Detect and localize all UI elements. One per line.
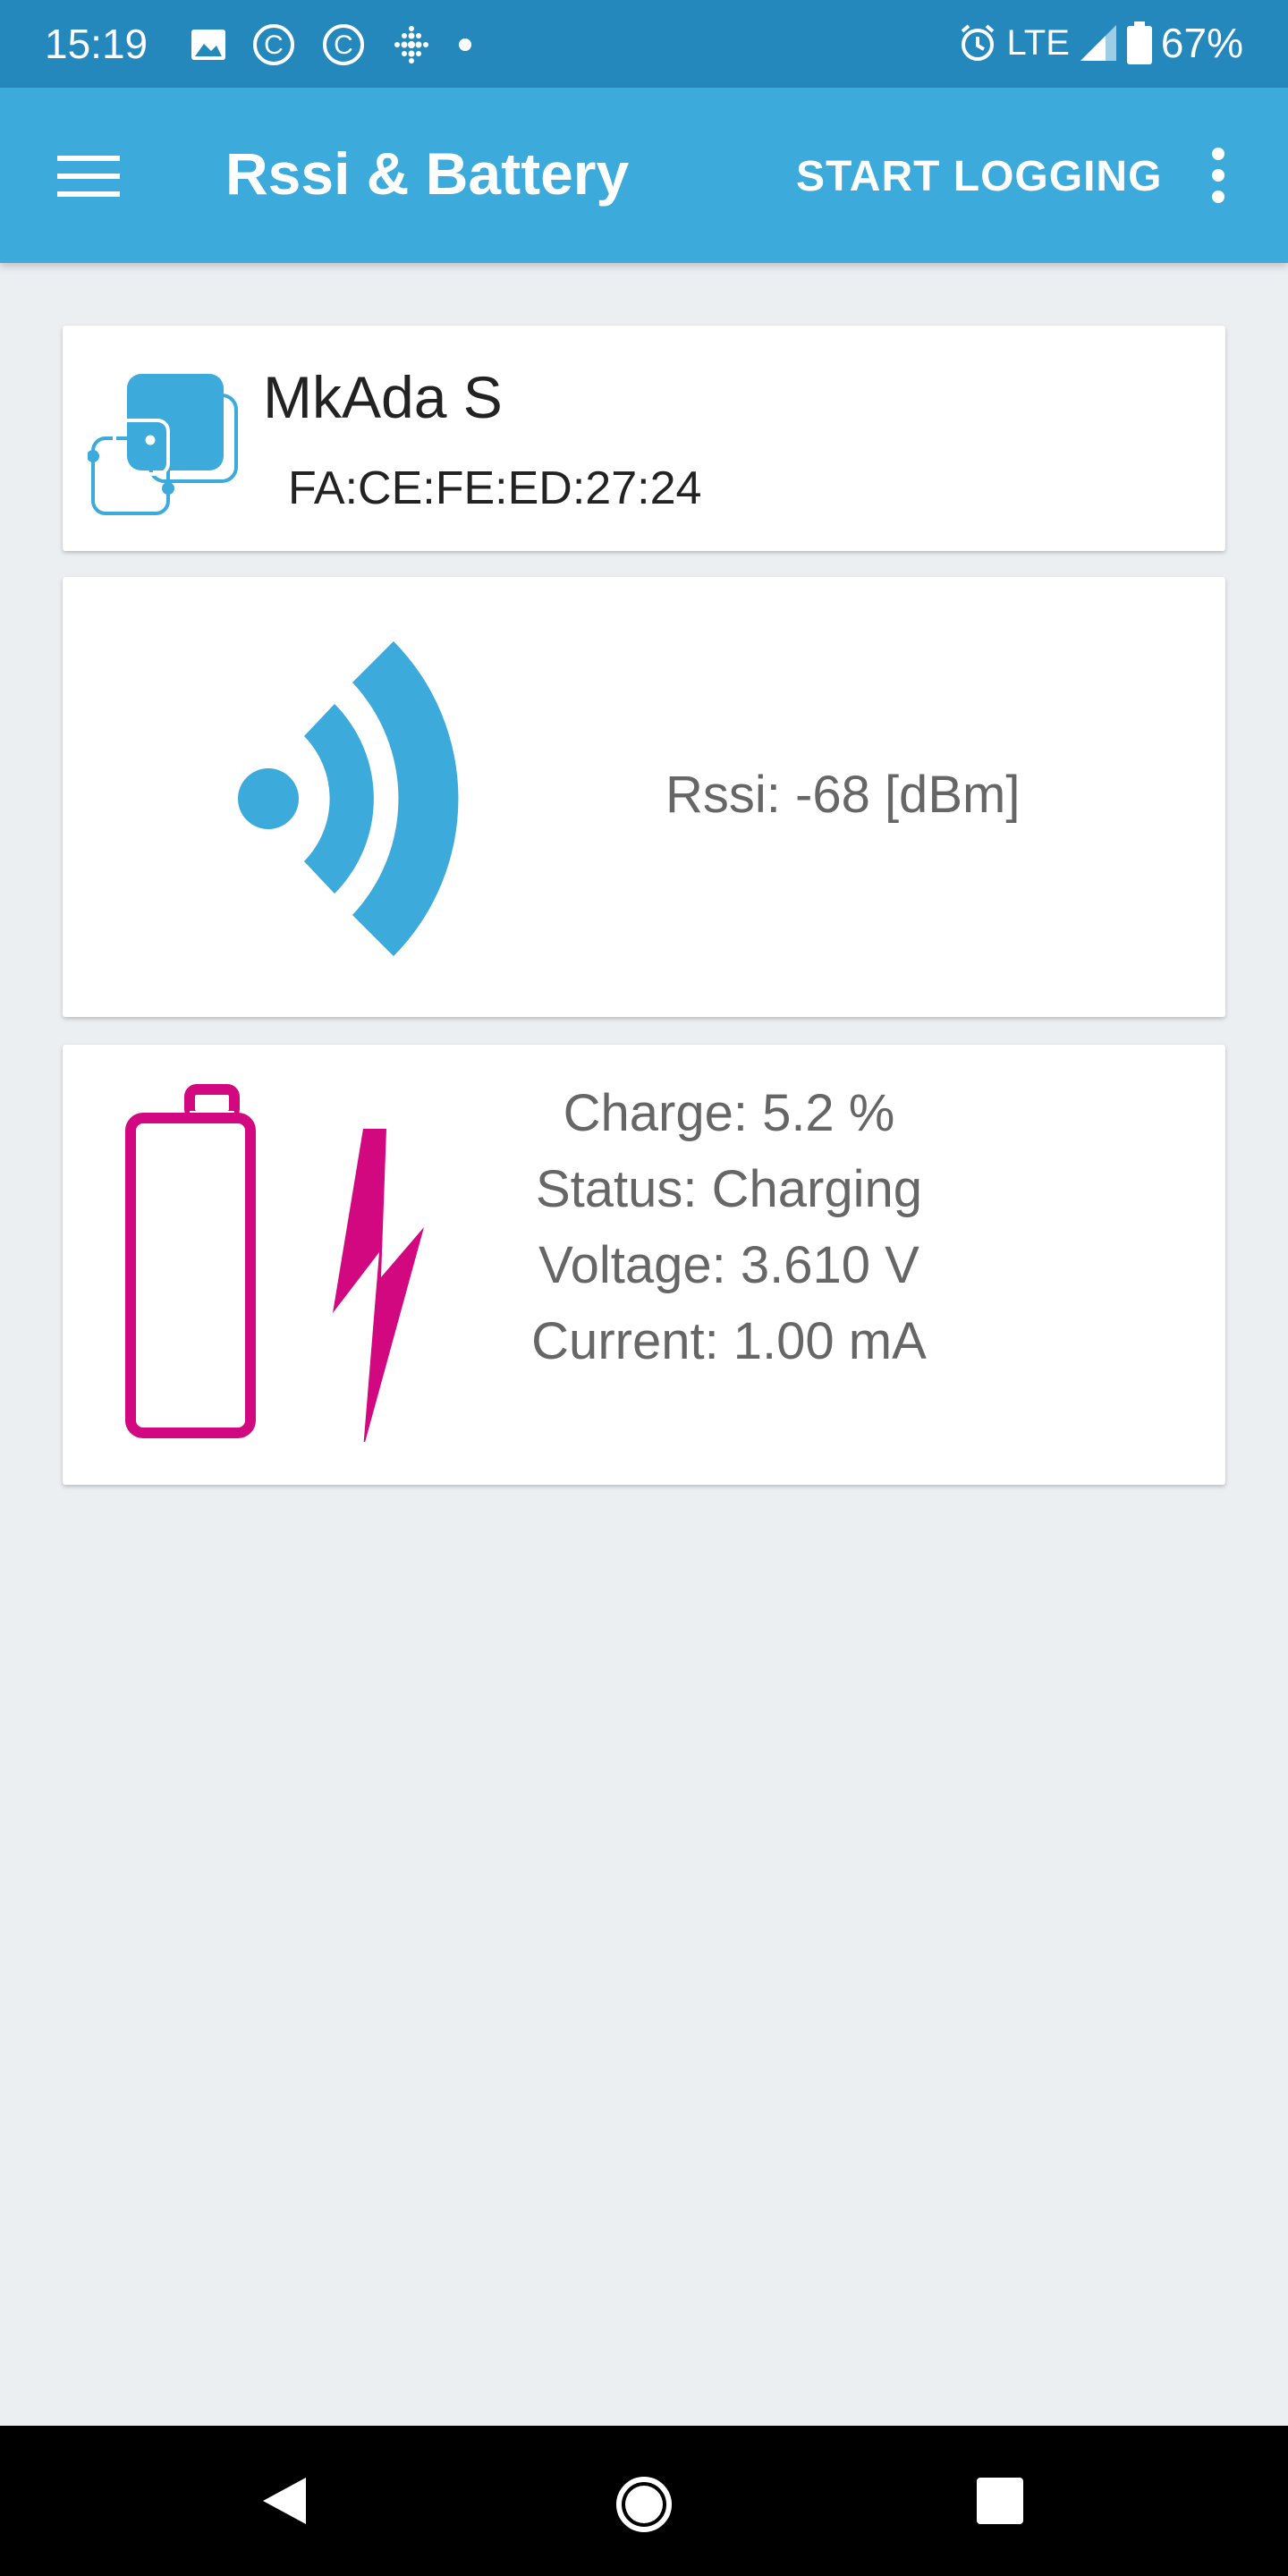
battery-card: Charge: 5.2 % Status: Charging Voltage: … (63, 1045, 1225, 1485)
device-card: MkAda S FA:CE:FE:ED:27:24 (63, 326, 1225, 551)
dot-icon (459, 38, 471, 51)
notification-icons: C C (190, 21, 474, 68)
battery-charging-icon (125, 1084, 424, 1442)
navigation-bar (0, 2426, 1288, 2576)
home-icon[interactable] (615, 2476, 673, 2533)
battery-stats: Charge: 5.2 % Status: Charging Voltage: … (531, 1075, 1199, 1379)
svg-text:C: C (264, 30, 284, 60)
svg-text:C: C (334, 30, 353, 60)
signal-icon (1080, 25, 1116, 61)
battery-icon (1126, 21, 1152, 64)
hamburger-menu-icon[interactable] (57, 156, 120, 197)
battery-status: Status: Charging (535, 1160, 923, 1218)
dots-grid-icon (394, 26, 428, 64)
rssi-card: Rssi: -68 [dBm] (63, 577, 1225, 1017)
battery-voltage: Voltage: 3.610 V (538, 1236, 919, 1294)
c-circle-icon: C (323, 24, 364, 65)
device-mac-address: FA:CE:FE:ED:27:24 (288, 462, 702, 514)
wifi-signal-icon (238, 641, 459, 956)
alarm-icon (961, 24, 994, 61)
page-title: Rssi & Battery (225, 140, 630, 207)
rssi-value: Rssi: -68 [dBm] (665, 766, 1021, 824)
battery-charge: Charge: 5.2 % (563, 1084, 895, 1142)
app-bar: Rssi & Battery START LOGGING (0, 88, 1288, 263)
battery-current: Current: 1.00 mA (531, 1312, 927, 1370)
image-icon (191, 30, 225, 60)
start-logging-button[interactable]: START LOGGING (796, 152, 1162, 201)
network-type: LTE (1006, 22, 1070, 63)
device-logo-icon (88, 374, 238, 515)
battery-percent: 67% (1160, 20, 1243, 66)
recent-apps-icon[interactable] (977, 2478, 1023, 2524)
more-options-icon[interactable] (1197, 147, 1240, 204)
back-icon[interactable] (259, 2476, 309, 2526)
status-time: 15:19 (45, 21, 148, 67)
c-circle-icon: C (253, 24, 294, 65)
status-bar: 15:19 C C LTE 67% (0, 0, 1288, 88)
device-name: MkAda S (263, 364, 503, 430)
system-icons: LTE 67% (957, 20, 1243, 66)
